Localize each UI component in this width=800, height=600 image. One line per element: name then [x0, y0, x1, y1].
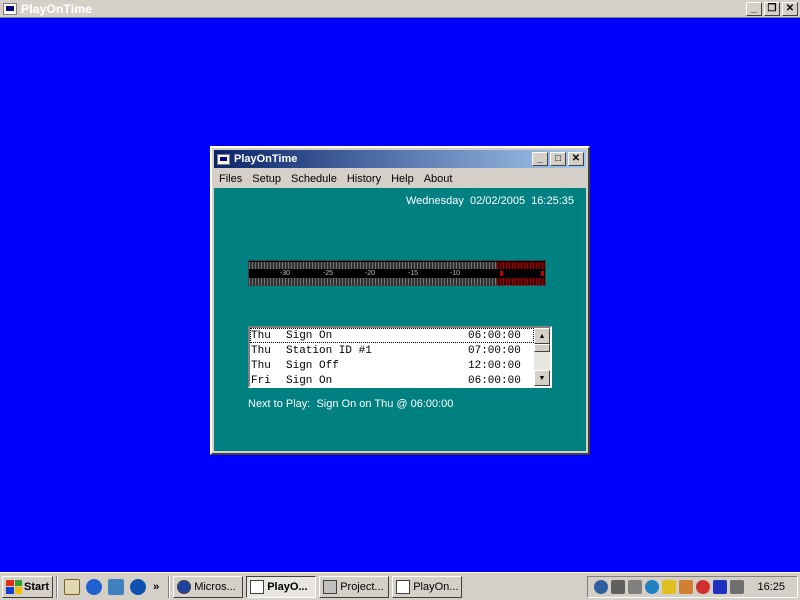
printer-icon[interactable]: [679, 579, 694, 594]
outlook-icon[interactable]: [108, 578, 125, 595]
list-item[interactable]: Thu Station ID #1 07:00:00: [250, 343, 534, 358]
project-icon: [323, 579, 338, 594]
start-label: Start: [24, 580, 50, 593]
internet-explorer-icon[interactable]: [86, 578, 103, 595]
client-area: Wednesday 02/02/2005 16:25:35 -30 -25 -2…: [214, 188, 586, 451]
dialog-title: PlayOnTime: [234, 153, 298, 165]
dialog-minimize-button[interactable]: _: [532, 152, 548, 166]
list-item-time: 06:00:00: [468, 329, 521, 342]
list-item[interactable]: Fri Sign On 06:00:00: [250, 373, 534, 387]
color-wheel-icon[interactable]: [696, 579, 711, 594]
scroll-down-button[interactable]: ▼: [534, 370, 550, 386]
current-datetime: Wednesday 02/02/2005 16:25:35: [406, 195, 574, 207]
task-label: PlayOn...: [413, 580, 459, 593]
menu-help[interactable]: Help: [386, 173, 419, 185]
list-item-day: Thu: [251, 329, 271, 342]
list-item-time: 07:00:00: [468, 344, 521, 357]
audio-level-meter: -30 -25 -20 -15 -10: [248, 260, 546, 286]
menu-files[interactable]: Files: [214, 173, 247, 185]
list-item-event: Sign On: [286, 329, 333, 342]
app-window-icon: [3, 2, 17, 15]
list-item-event: Sign Off: [286, 359, 339, 372]
meter-strip-top: [249, 262, 497, 269]
task-button[interactable]: PlayO...: [246, 575, 317, 598]
usb-icon[interactable]: [628, 579, 643, 594]
minimize-button[interactable]: _: [746, 1, 762, 16]
menu-history[interactable]: History: [342, 173, 386, 185]
task-label: Project...: [340, 580, 384, 593]
meter-peak-marker: [500, 271, 503, 276]
list-item-day: Thu: [251, 344, 271, 357]
taskbar: Start » Micros... PlayO... Project... Pl…: [0, 572, 800, 600]
dialog-window-controls: _ □ ✕: [532, 152, 584, 166]
menu-schedule[interactable]: Schedule: [286, 173, 342, 185]
dialog-close-button[interactable]: ✕: [568, 152, 584, 166]
meter-tick: -10: [449, 270, 461, 277]
scroll-thumb[interactable]: [534, 344, 550, 352]
list-item-event: Sign On: [286, 374, 333, 387]
taskbar-clock: 16:25: [757, 580, 785, 593]
outer-window-title: PlayOnTime: [21, 1, 93, 16]
next-to-play-label: Next to Play: Sign On on Thu @ 06:00:00: [248, 398, 454, 410]
taskbar-separator: [168, 575, 171, 598]
app-window-icon: [217, 153, 230, 165]
app-window-icon: [250, 579, 265, 594]
more-quicklaunch-icon[interactable]: »: [153, 581, 159, 593]
list-scrollbar[interactable]: ▲ ▼: [534, 328, 550, 386]
schedule-rows: Thu Sign On 06:00:00 Thu Station ID #1 0…: [250, 328, 534, 386]
task-label: Micros...: [194, 580, 236, 593]
windows-logo-icon: [6, 579, 22, 594]
system-tray: 16:25: [587, 575, 798, 598]
meter-tick: -20: [364, 270, 376, 277]
menu-about[interactable]: About: [419, 173, 458, 185]
list-item[interactable]: Thu Sign Off 12:00:00: [250, 358, 534, 373]
list-item-event: Station ID #1: [286, 344, 372, 357]
outer-title-bar[interactable]: PlayOnTime _ ❐ ✕: [0, 0, 800, 18]
meter-strip-bottom: [249, 278, 497, 285]
list-item[interactable]: Thu Sign On 06:00:00: [250, 328, 534, 343]
meter-peak-bottom: [497, 278, 545, 285]
taskbar-separator: [56, 575, 59, 598]
meter-tick: -15: [407, 270, 419, 277]
meter-scale: -30 -25 -20 -15 -10: [249, 269, 545, 278]
task-button[interactable]: Micros...: [173, 575, 244, 598]
outer-window-controls: _ ❐ ✕: [746, 1, 798, 16]
task-button[interactable]: Project...: [319, 575, 390, 598]
schedule-list[interactable]: Thu Sign On 06:00:00 Thu Station ID #1 0…: [248, 326, 552, 388]
app-window-icon: [396, 579, 411, 594]
computer-icon[interactable]: [611, 579, 626, 594]
media-player-icon[interactable]: [130, 578, 147, 595]
speaker-icon[interactable]: [730, 579, 745, 594]
network-icon[interactable]: [594, 579, 609, 594]
dialog-maximize-button[interactable]: □: [550, 152, 566, 166]
list-item-time: 12:00:00: [468, 359, 521, 372]
meter-tick: -25: [322, 270, 334, 277]
globe-icon[interactable]: [645, 579, 660, 594]
menu-setup[interactable]: Setup: [247, 173, 286, 185]
dialog-title-bar[interactable]: PlayOnTime _ □ ✕: [214, 150, 586, 168]
meter-tick: -30: [279, 270, 291, 277]
list-item-day: Fri: [251, 374, 271, 387]
restore-button[interactable]: ❐: [764, 1, 780, 16]
meter-peak-top: [497, 262, 545, 269]
task-label: PlayO...: [267, 580, 308, 593]
task-button[interactable]: PlayOn...: [392, 575, 463, 598]
display-icon[interactable]: [713, 579, 728, 594]
playontime-window: PlayOnTime _ □ ✕ Files Setup Schedule Hi…: [210, 146, 590, 455]
scroll-up-button[interactable]: ▲: [534, 328, 550, 344]
list-item-time: 06:00:00: [468, 374, 521, 387]
close-button[interactable]: ✕: [782, 1, 798, 16]
desktop-icon[interactable]: [64, 578, 81, 595]
monitor-icon[interactable]: [662, 579, 677, 594]
meter-peak-marker: [541, 271, 544, 276]
no-entry-icon: [177, 579, 192, 594]
start-button[interactable]: Start: [2, 575, 54, 598]
menu-bar: Files Setup Schedule History Help About: [214, 169, 586, 188]
list-item-day: Thu: [251, 359, 271, 372]
